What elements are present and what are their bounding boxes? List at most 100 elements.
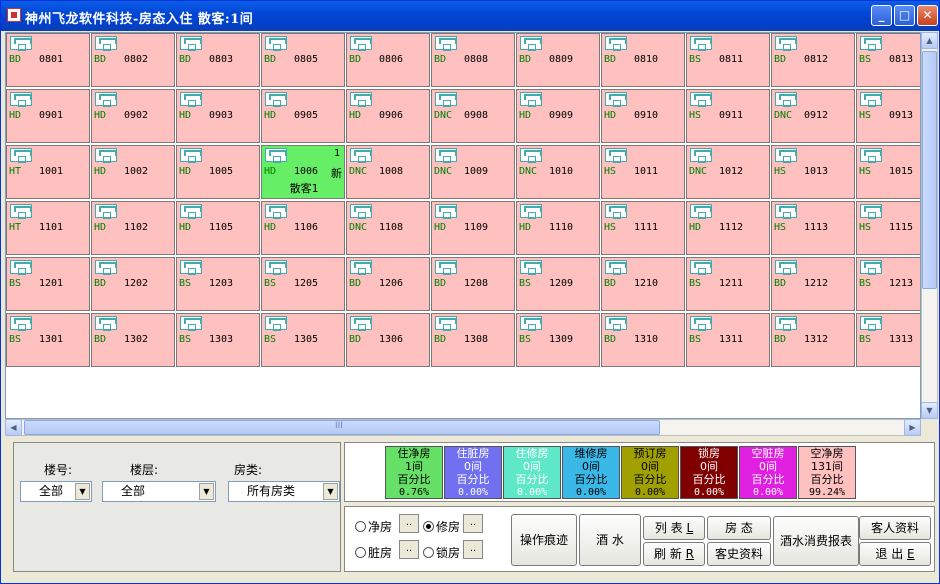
floor-select[interactable]: 全部 ▼ — [102, 481, 216, 502]
room-tile[interactable]: HD 1005 — [176, 145, 260, 199]
room-tile[interactable]: DNC 0908 — [431, 89, 515, 143]
room-tile[interactable]: DNC 0912 — [771, 89, 855, 143]
room-tile[interactable]: BS 1309 — [516, 313, 600, 367]
scroll-left-icon[interactable]: ◀ — [5, 419, 22, 436]
room-tile[interactable]: BS 1311 — [686, 313, 770, 367]
room-tile[interactable]: BD 0803 — [176, 33, 260, 87]
clean-more-button[interactable]: .. — [399, 514, 419, 533]
room-tile[interactable]: BS 1209 — [516, 257, 600, 311]
list-button[interactable]: 列 表 L — [643, 516, 705, 540]
room-tile[interactable]: HD 1110 — [516, 201, 600, 255]
room-tile[interactable]: DNC 1012 — [686, 145, 770, 199]
exit-button[interactable]: 退 出 E — [859, 542, 931, 566]
room-tile[interactable]: BS 0813 — [856, 33, 920, 87]
vertical-scrollbar[interactable]: ▲ ▼ — [921, 32, 938, 419]
room-tile[interactable]: BS 1211 — [686, 257, 770, 311]
scroll-down-icon[interactable]: ▼ — [921, 402, 938, 419]
lock-more-button[interactable]: .. — [463, 540, 483, 559]
radio-lock[interactable]: 锁房 — [423, 544, 460, 561]
room-tile[interactable]: HD 0901 — [6, 89, 90, 143]
room-tile[interactable]: HS 1015 — [856, 145, 920, 199]
operation-trace-button[interactable]: 操作痕迹 — [511, 514, 577, 566]
room-tile[interactable]: HT 1101 — [6, 201, 90, 255]
room-tile[interactable]: BS 1301 — [6, 313, 90, 367]
guest-info-button[interactable]: 客人资料 — [859, 516, 931, 540]
horizontal-scroll-thumb[interactable]: III — [24, 420, 660, 435]
room-tile[interactable]: HT 1001 — [6, 145, 90, 199]
room-tile[interactable]: HS 0913 — [856, 89, 920, 143]
close-button[interactable]: ✕ — [917, 5, 938, 26]
room-tile[interactable]: HD 1109 — [431, 201, 515, 255]
room-tile[interactable]: BD 1310 — [601, 313, 685, 367]
room-tile[interactable]: BD 1312 — [771, 313, 855, 367]
minimize-button[interactable]: _ — [871, 5, 892, 26]
room-tile[interactable]: HD 0902 — [91, 89, 175, 143]
room-tile[interactable]: DNC 1108 — [346, 201, 430, 255]
room-tile[interactable]: BD 0805 — [261, 33, 345, 87]
room-tile[interactable]: HS 0911 — [686, 89, 770, 143]
room-tile[interactable]: BS 1305 — [261, 313, 345, 367]
room-tile[interactable]: BS 1201 — [6, 257, 90, 311]
radio-repair[interactable]: 修房 — [423, 518, 460, 535]
room-tile[interactable]: BD 0806 — [346, 33, 430, 87]
room-tile[interactable]: BS 1213 — [856, 257, 920, 311]
chevron-down-icon[interactable]: ▼ — [323, 483, 338, 500]
room-tile[interactable]: BD 1206 — [346, 257, 430, 311]
drinks-button[interactable]: 酒 水 — [579, 514, 641, 566]
room-status-button[interactable]: 房 态 — [707, 516, 771, 540]
maximize-button[interactable]: □ — [894, 5, 915, 26]
dirty-more-button[interactable]: .. — [399, 540, 419, 559]
room-tile[interactable]: HD 1112 — [686, 201, 770, 255]
room-tile[interactable]: HD 0909 — [516, 89, 600, 143]
room-tile[interactable]: BD 1210 — [601, 257, 685, 311]
scroll-up-icon[interactable]: ▲ — [921, 32, 938, 49]
room-tile[interactable]: HD 0905 — [261, 89, 345, 143]
refresh-button[interactable]: 刷 新 R — [643, 542, 705, 566]
room-tile[interactable]: HD 0906 — [346, 89, 430, 143]
room-tile[interactable]: HS 1011 — [601, 145, 685, 199]
room-tile[interactable]: BD 1202 — [91, 257, 175, 311]
room-tile[interactable]: BD 1208 — [431, 257, 515, 311]
room-tile[interactable]: HD 1106 — [261, 201, 345, 255]
drinks-report-button[interactable]: 酒水消费报表 — [773, 516, 859, 566]
vertical-scroll-thumb[interactable] — [922, 51, 937, 289]
room-tile[interactable]: HD 1002 — [91, 145, 175, 199]
chevron-down-icon[interactable]: ▼ — [75, 483, 90, 500]
radio-dirty[interactable]: 脏房 — [355, 544, 392, 561]
room-tile[interactable]: HD 0903 — [176, 89, 260, 143]
room-tile[interactable]: BS 1313 — [856, 313, 920, 367]
room-type-select[interactable]: 所有房类 ▼ — [228, 481, 340, 502]
room-tile[interactable]: BD 1302 — [91, 313, 175, 367]
room-tile[interactable]: HS 1115 — [856, 201, 920, 255]
room-tile[interactable]: HS 1113 — [771, 201, 855, 255]
room-tile[interactable]: BD 1308 — [431, 313, 515, 367]
horizontal-scrollbar[interactable]: ◀ III ▶ — [5, 419, 921, 436]
room-tile[interactable]: BD 0809 — [516, 33, 600, 87]
room-tile[interactable]: BD 0810 — [601, 33, 685, 87]
room-tile[interactable]: HS 1111 — [601, 201, 685, 255]
room-tile[interactable]: BD 0808 — [431, 33, 515, 87]
room-tile[interactable]: BD 1212 — [771, 257, 855, 311]
room-tile[interactable]: BS 1303 — [176, 313, 260, 367]
room-tile[interactable]: DNC 1008 — [346, 145, 430, 199]
room-tile[interactable]: HD 1105 — [176, 201, 260, 255]
room-tile[interactable]: HD 0910 — [601, 89, 685, 143]
room-tile[interactable]: BD 0812 — [771, 33, 855, 87]
room-tile[interactable]: BD 0802 — [91, 33, 175, 87]
room-tile[interactable]: BD 1306 — [346, 313, 430, 367]
room-tile[interactable]: BS 1205 — [261, 257, 345, 311]
room-tile[interactable]: HD 1102 — [91, 201, 175, 255]
room-tile[interactable]: HD 1006 1 新散客1 — [261, 145, 345, 199]
room-tile[interactable]: DNC 1009 — [431, 145, 515, 199]
building-select[interactable]: 全部 ▼ — [20, 481, 92, 502]
radio-clean[interactable]: 净房 — [355, 518, 392, 535]
chevron-down-icon[interactable]: ▼ — [199, 483, 214, 500]
guest-history-button[interactable]: 客史资料 — [707, 542, 771, 566]
room-tile[interactable]: HS 1013 — [771, 145, 855, 199]
room-tile[interactable]: BD 0801 — [6, 33, 90, 87]
scroll-right-icon[interactable]: ▶ — [904, 419, 921, 436]
room-tile[interactable]: DNC 1010 — [516, 145, 600, 199]
room-tile[interactable]: BS 0811 — [686, 33, 770, 87]
repair-more-button[interactable]: .. — [463, 514, 483, 533]
room-tile[interactable]: BS 1203 — [176, 257, 260, 311]
